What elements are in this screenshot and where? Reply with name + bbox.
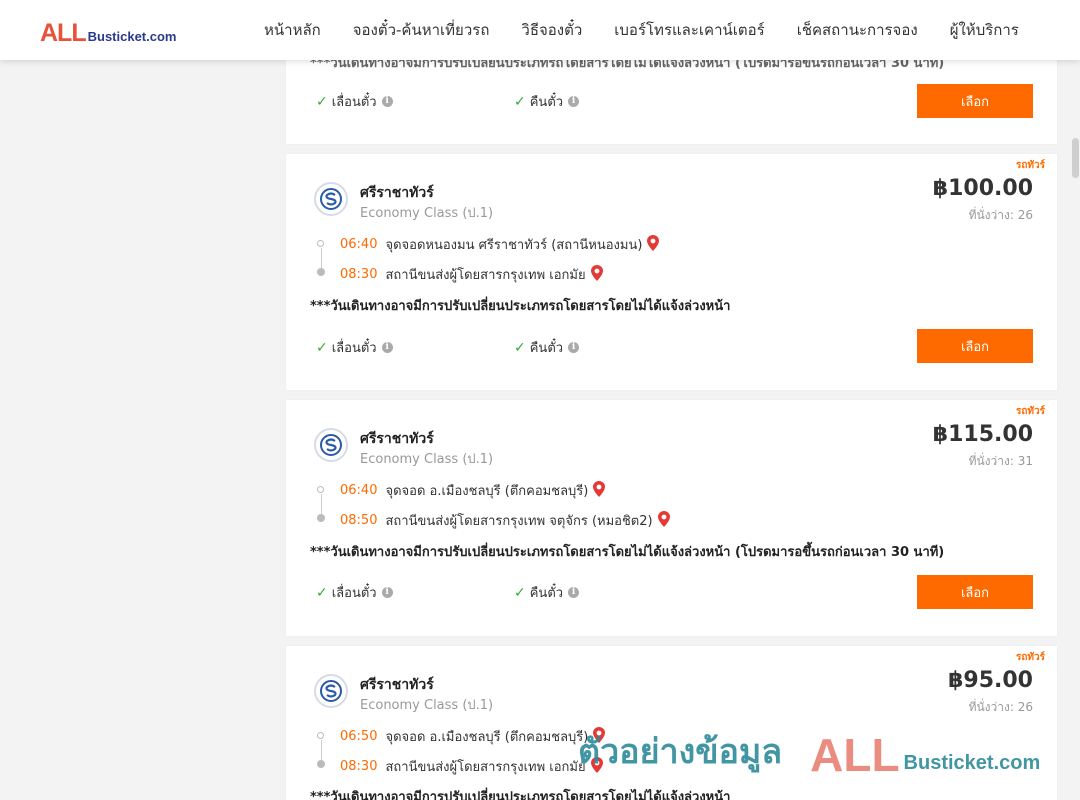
logo-busticket: Busticket.com — [87, 29, 177, 44]
arrival-place: สถานีขนส่งผู้โดยสารกรุงเทพ จตุจักร (หมอช… — [385, 514, 653, 529]
departure-stop: 06:50 จุดจอด อ.เมืองชลบุรี (ตึกคอมชลบุรี… — [340, 726, 606, 747]
operator-logo — [314, 674, 348, 708]
arrival-stop: 08:50 สถานีขนส่งผู้โดยสารกรุงเทพ จตุจักร… — [340, 510, 670, 531]
route-line — [321, 248, 322, 268]
refund-ticket-label: คืนตั๋ว — [529, 95, 564, 110]
check-icon: ✓ — [316, 93, 328, 110]
refund-ticket-option: ✓ คืนตั๋ว i — [514, 337, 580, 358]
arrival-stop: 08:30 สถานีขนส่งผู้โดยสารกรุงเทพ เอกมัย — [340, 756, 603, 777]
trip-card: รถทัวร์ ศรีราชาทัวร์ Economy Class (ป.1)… — [286, 400, 1057, 636]
site-logo[interactable]: ALL Busticket.com — [40, 16, 176, 46]
logo-all: ALL — [40, 19, 87, 47]
scrollbar-thumb[interactable] — [1072, 138, 1079, 178]
trip-note: ***วันเดินทางอาจมีการปรับเปลี่ยนประเภทรถ… — [310, 545, 945, 560]
departure-dot — [317, 240, 324, 247]
arrival-place: สถานีขนส่งผู้โดยสารกรุงเทพ เอกมัย — [385, 268, 586, 283]
trip-card: รถทัวร์ ศรีราชาทัวร์ Economy Class (ป.1)… — [286, 154, 1057, 390]
bus-class: Economy Class (ป.1) — [360, 206, 494, 221]
site-header: ALL Busticket.com หน้าหลัก จองตั๋ว-ค้นหา… — [0, 0, 1080, 60]
nav-book-search[interactable]: จองตั๋ว-ค้นหาเที่ยวรถ — [353, 18, 490, 42]
map-pin-icon[interactable] — [647, 234, 660, 255]
info-icon[interactable]: i — [381, 587, 393, 598]
check-icon: ✓ — [316, 584, 328, 601]
ticket-price: ฿115.00 — [932, 422, 1033, 447]
bus-type-tag: รถทัวร์ — [1015, 406, 1045, 417]
map-pin-icon[interactable] — [657, 510, 670, 531]
info-icon[interactable]: i — [568, 587, 580, 598]
departure-time: 06:50 — [340, 729, 378, 744]
map-pin-icon[interactable] — [590, 756, 603, 777]
refund-ticket-label: คืนตั๋ว — [529, 341, 564, 356]
info-icon[interactable]: i — [568, 342, 580, 353]
seats-available: ที่นั่งว่าง: 26 — [968, 700, 1033, 714]
arrival-dot — [317, 514, 325, 522]
check-icon: ✓ — [514, 93, 526, 110]
route-line — [321, 740, 322, 760]
ticket-price: ฿95.00 — [948, 668, 1033, 693]
main-nav: หน้าหลัก จองตั๋ว-ค้นหาเที่ยวรถ วิธีจองตั… — [248, 0, 1035, 60]
arrival-time: 08:50 — [340, 513, 378, 528]
nav-operators[interactable]: ผู้ให้บริการ — [950, 18, 1019, 42]
departure-time: 06:40 — [340, 483, 378, 498]
info-icon[interactable]: i — [381, 342, 393, 353]
seats-available: ที่นั่งว่าง: 31 — [968, 454, 1033, 468]
map-pin-icon[interactable] — [593, 480, 606, 501]
map-pin-icon[interactable] — [590, 264, 603, 285]
refund-ticket-label: คืนตั๋ว — [529, 586, 564, 601]
refund-ticket-option: ✓ คืนตั๋ว i — [514, 582, 580, 603]
departure-dot — [317, 732, 324, 739]
seats-available: ที่นั่งว่าง: 26 — [968, 208, 1033, 222]
trip-note: ***วันเดินทางอาจมีการปรับเปลี่ยนประเภทรถ… — [310, 299, 731, 314]
arrival-time: 08:30 — [340, 267, 378, 282]
operator-name: ศรีราชาทัวร์ — [360, 185, 434, 201]
departure-dot — [317, 486, 324, 493]
nav-home[interactable]: หน้าหลัก — [264, 18, 321, 42]
operator-logo — [314, 428, 348, 462]
check-icon: ✓ — [514, 339, 526, 356]
bus-class: Economy Class (ป.1) — [360, 698, 494, 713]
arrival-stop: 08:30 สถานีขนส่งผู้โดยสารกรุงเทพ เอกมัย — [340, 264, 603, 285]
operator-name: ศรีราชาทัวร์ — [360, 431, 434, 447]
select-button[interactable]: เลือก — [917, 84, 1033, 118]
arrival-place: สถานีขนส่งผู้โดยสารกรุงเทพ เอกมัย — [385, 760, 586, 775]
departure-place: จุดจอดหนองมน ศรีราชาทัวร์ (สถานีหนองมน) — [385, 238, 643, 253]
map-pin-icon[interactable] — [593, 726, 606, 747]
info-icon[interactable]: i — [381, 96, 393, 107]
nav-how-to-book[interactable]: วิธีจองตั๋ว — [521, 18, 582, 42]
arrival-time: 08:30 — [340, 759, 378, 774]
ticket-price: ฿100.00 — [932, 176, 1033, 201]
bus-type-tag: รถทัวร์ — [1015, 652, 1045, 663]
change-ticket-option: ✓ เลื่อนตั๋ว i — [316, 582, 393, 603]
departure-time: 06:40 — [340, 237, 378, 252]
departure-place: จุดจอด อ.เมืองชลบุรี (ตึกคอมชลบุรี) — [385, 484, 589, 499]
bus-type-tag: รถทัวร์ — [1015, 160, 1045, 171]
change-ticket-label: เลื่อนตั๋ว — [331, 586, 377, 601]
refund-ticket-option: ✓ คืนตั๋ว i — [514, 91, 580, 112]
arrival-dot — [317, 760, 325, 768]
departure-stop: 06:40 จุดจอดหนองมน ศรีราชาทัวร์ (สถานีหน… — [340, 234, 660, 255]
nav-check-status[interactable]: เช็คสถานะการจอง — [797, 18, 918, 42]
nav-phone-counter[interactable]: เบอร์โทรและเคาน์เตอร์ — [614, 18, 764, 42]
route-line — [321, 494, 322, 514]
trip-note: ***วันเดินทางอาจมีการปรับเปลี่ยนประเภทรถ… — [310, 790, 731, 800]
select-button[interactable]: เลือก — [917, 329, 1033, 363]
info-icon[interactable]: i — [568, 96, 580, 107]
check-icon: ✓ — [514, 584, 526, 601]
operator-logo — [314, 182, 348, 216]
arrival-dot — [317, 268, 325, 276]
change-ticket-option: ✓ เลื่อนตั๋ว i — [316, 337, 393, 358]
change-ticket-label: เลื่อนตั๋ว — [331, 95, 377, 110]
departure-stop: 06:40 จุดจอด อ.เมืองชลบุรี (ตึกคอมชลบุรี… — [340, 480, 606, 501]
bus-class: Economy Class (ป.1) — [360, 452, 494, 467]
select-button[interactable]: เลือก — [917, 575, 1033, 609]
departure-place: จุดจอด อ.เมืองชลบุรี (ตึกคอมชลบุรี) — [385, 730, 589, 745]
trip-card: รถทัวร์ ศรีราชาทัวร์ Economy Class (ป.1)… — [286, 646, 1057, 800]
check-icon: ✓ — [316, 339, 328, 356]
operator-name: ศรีราชาทัวร์ — [360, 677, 434, 693]
change-ticket-option: ✓ เลื่อนตั๋ว i — [316, 91, 393, 112]
change-ticket-label: เลื่อนตั๋ว — [331, 341, 377, 356]
